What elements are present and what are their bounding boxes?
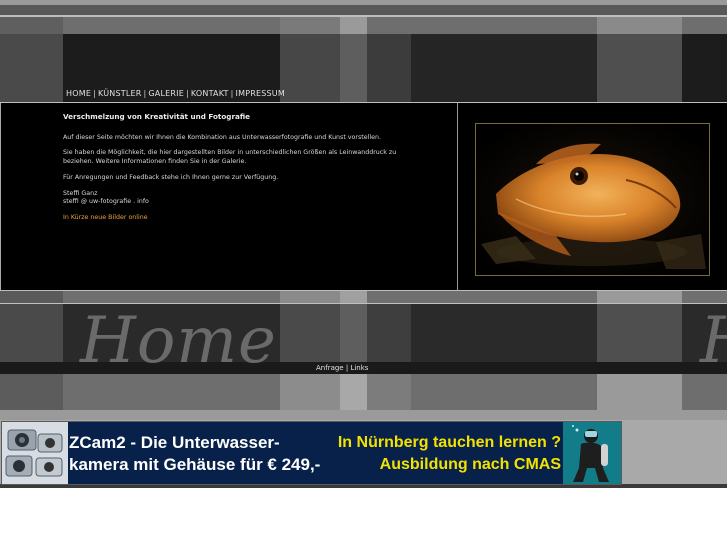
diver-icon bbox=[563, 422, 621, 484]
intro-paragraph-3: Für Anregungen und Feedback stehe ich Ih… bbox=[63, 173, 279, 181]
banner-line-3: In Nürnberg tauchen lernen ? bbox=[337, 434, 561, 451]
banner-line-4: Ausbildung nach CMAS bbox=[379, 456, 561, 473]
author-name: Steffi Ganz bbox=[63, 189, 98, 197]
footer-links: Anfrage | Links bbox=[316, 364, 368, 372]
intro-paragraph-1: Auf dieser Seite möchten wir Ihnen die K… bbox=[63, 133, 381, 141]
banner-line-2: kamera mit Gehäuse für € 249,- bbox=[69, 455, 321, 474]
nav-kontakt[interactable]: KONTAKT bbox=[191, 89, 229, 98]
featured-photo bbox=[475, 123, 710, 276]
nav-home[interactable]: HOME bbox=[66, 89, 91, 98]
news-notice: In Kürze neue Bilder online bbox=[63, 213, 148, 221]
footer-separator: | bbox=[345, 364, 349, 372]
content-divider bbox=[457, 103, 458, 290]
footer-link-anfrage[interactable]: Anfrage bbox=[316, 364, 344, 372]
nav-separator: | bbox=[143, 89, 147, 98]
banner-diving-text: In Nürnberg tauchen lernen ? Ausbildung … bbox=[338, 432, 561, 476]
footer-link-links[interactable]: Links bbox=[350, 364, 368, 372]
ad-banner[interactable]: ZCam2 - Die Unterwasser- kamera mit Gehä… bbox=[1, 421, 622, 485]
intro-text: Verschmelzung von Kreativität und Fotogr… bbox=[63, 112, 403, 230]
banner-camera-text: ZCam2 - Die Unterwasser- kamera mit Gehä… bbox=[69, 432, 320, 476]
home-watermark-partial: H bbox=[700, 304, 727, 378]
home-watermark: Home bbox=[80, 304, 277, 378]
fish-photo-image bbox=[476, 124, 709, 275]
main-nav: HOME | KÜNSTLER | GALERIE | KONTAKT | IMPRESSUM bbox=[66, 89, 285, 98]
nav-separator: | bbox=[185, 89, 189, 98]
nav-impressum[interactable]: IMPRESSUM bbox=[236, 89, 285, 98]
nav-kuenstler[interactable]: KÜNSTLER bbox=[98, 89, 142, 98]
nav-separator: | bbox=[93, 89, 96, 98]
banner-line-1: ZCam2 - Die Unterwasser- bbox=[69, 433, 280, 452]
nav-galerie[interactable]: GALERIE bbox=[148, 89, 184, 98]
author-email: steffi @ uw-fotografie . info bbox=[63, 198, 149, 206]
camera-icon bbox=[2, 422, 68, 484]
nav-separator: | bbox=[230, 89, 234, 98]
intro-paragraph-2: Sie haben die Möglichkeit, die hier darg… bbox=[63, 149, 397, 166]
page-title: Verschmelzung von Kreativität und Fotogr… bbox=[63, 112, 251, 121]
